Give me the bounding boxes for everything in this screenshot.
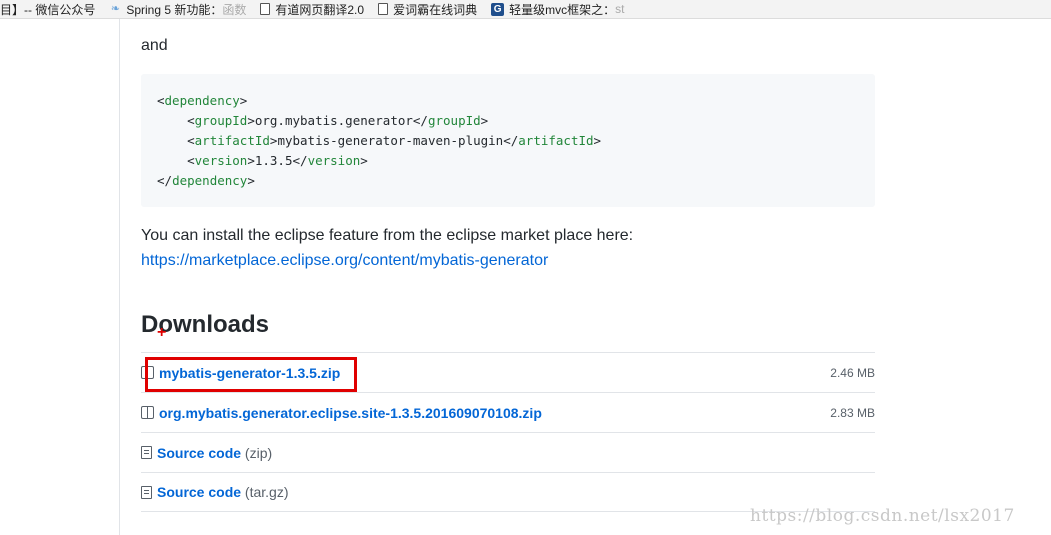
bookmark-spring5[interactable]: ❧ Spring 5 新功能： 函数 (109, 0, 247, 18)
bookmarks-bar: 目】-- 微信公众号 ❧ Spring 5 新功能： 函数 有道网页翻译2.0 爱… (0, 0, 1051, 19)
code-line: <dependency> (157, 93, 248, 108)
watermark: https://blog.csdn.net/lsx2017 (750, 506, 1015, 526)
g-icon: G (491, 2, 505, 16)
intro-text: and (141, 37, 168, 54)
code-block: <dependency> <groupId>org.mybatis.genera… (141, 74, 875, 207)
bookmark-iciba[interactable]: 爱词霸在线词典 (378, 0, 478, 18)
package-icon (141, 406, 154, 419)
marketplace-link[interactable]: https://marketplace.eclipse.org/content/… (141, 252, 548, 270)
download-link-generator-zip[interactable]: mybatis-generator-1.3.5.zip (159, 365, 340, 381)
code-line: </dependency> (157, 173, 255, 188)
file-size: 2.83 MB (830, 405, 875, 420)
bookmark-label: 爱词霸在线词典 (393, 2, 478, 17)
bookmark-label-faded: 函数 (222, 2, 247, 17)
package-icon (141, 366, 154, 379)
page-icon (260, 3, 271, 15)
content-left-border (119, 19, 120, 535)
page-icon (378, 3, 389, 15)
bookmark-label: 有道网页翻译2.0 (275, 2, 365, 17)
download-link-eclipse-site-zip[interactable]: org.mybatis.generator.eclipse.site-1.3.5… (159, 405, 542, 421)
bookmark-label: Spring 5 新功能： (126, 2, 223, 17)
cursor-crosshair-icon: + (157, 324, 167, 341)
bookmark-label: 目】-- 微信公众号 (0, 2, 96, 17)
download-link-source-zip[interactable]: Source code (zip) (157, 445, 272, 461)
bookmark-wechat[interactable]: 目】-- 微信公众号 (0, 0, 96, 18)
bookmark-mvc[interactable]: G 轻量级mvc框架之： st (491, 0, 625, 18)
code-line: <version>1.3.5</version> (187, 153, 368, 168)
download-row: Source code (zip) (141, 432, 875, 472)
install-text: You can install the eclipse feature from… (141, 227, 634, 244)
bookmark-label-faded: st (615, 2, 625, 16)
file-size: 2.46 MB (830, 365, 875, 380)
file-zip-icon (141, 446, 152, 459)
bookmark-label: 轻量级mvc框架之： (509, 2, 616, 17)
download-row: mybatis-generator-1.3.5.zip 2.46 MB (141, 352, 875, 392)
bookmark-youdao[interactable]: 有道网页翻译2.0 (260, 0, 365, 18)
file-zip-icon (141, 485, 152, 499)
download-row: org.mybatis.generator.eclipse.site-1.3.5… (141, 392, 875, 432)
code-line: <groupId>org.mybatis.generator</groupId> (187, 113, 489, 128)
spring-icon: ❧ (110, 2, 120, 15)
code-line: <artifactId>mybatis-generator-maven-plug… (187, 133, 602, 148)
download-link-source-targz[interactable]: Source code (tar.gz) (157, 484, 289, 500)
